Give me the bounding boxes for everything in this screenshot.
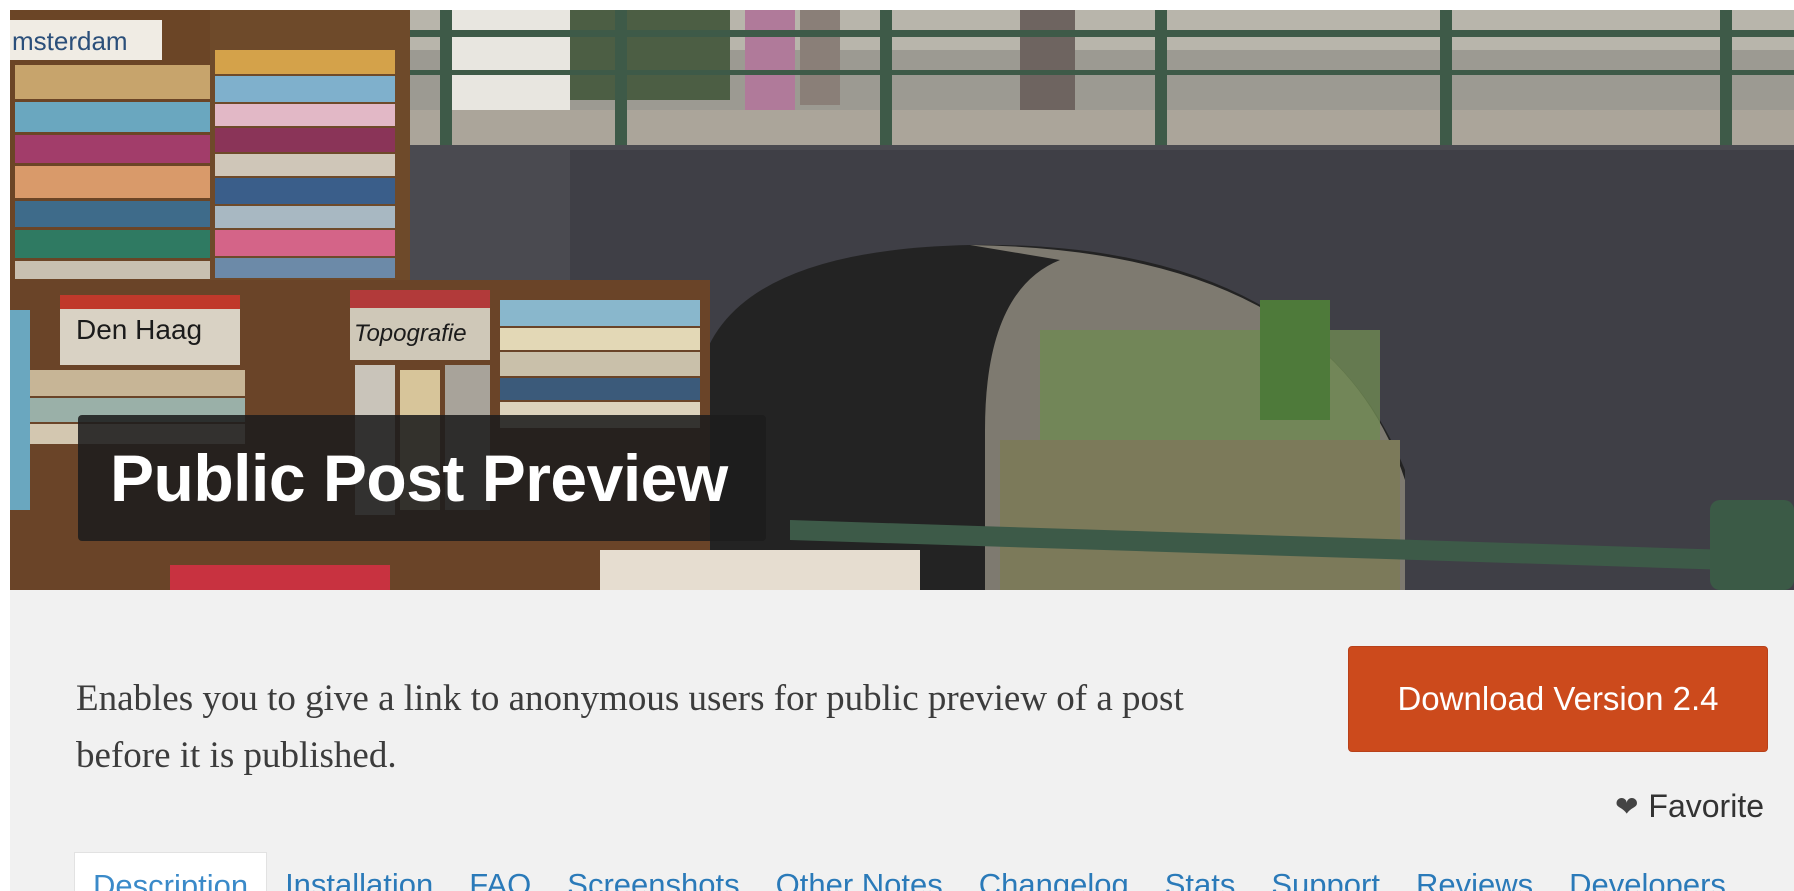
heart-icon: ❤ — [1614, 791, 1639, 822]
tab-changelog[interactable]: Changelog — [961, 852, 1147, 891]
sign-amsterdam: msterdam — [12, 26, 128, 56]
tab-stats[interactable]: Stats — [1147, 852, 1254, 891]
tab-description[interactable]: Description — [74, 852, 268, 891]
tab-other-notes[interactable]: Other Notes — [758, 852, 961, 891]
sign-den-haag: Den Haag — [76, 314, 203, 345]
plugin-page: msterdam Den Haag Topografie Public Post… — [10, 10, 1794, 891]
favorite-label: Favorite — [1648, 788, 1764, 824]
plugin-banner: msterdam Den Haag Topografie Public Post… — [10, 10, 1794, 590]
tab-developers[interactable]: Developers — [1551, 852, 1744, 891]
plugin-title: Public Post Preview — [110, 441, 728, 515]
sign-topografie: Topografie — [354, 320, 467, 347]
plugin-title-box: Public Post Preview — [78, 415, 766, 541]
download-button[interactable]: Download Version 2.4 — [1348, 646, 1768, 752]
tab-screenshots[interactable]: Screenshots — [549, 852, 757, 891]
tab-support[interactable]: Support — [1253, 852, 1398, 891]
tab-reviews[interactable]: Reviews — [1398, 852, 1551, 891]
plugin-tabs: Description Installation FAQ Screenshots… — [74, 852, 1744, 891]
tab-faq[interactable]: FAQ — [451, 852, 549, 891]
favorite-button[interactable]: ❤ Favorite — [1615, 788, 1764, 825]
tab-installation[interactable]: Installation — [267, 852, 451, 891]
plugin-description: Enables you to give a link to anonymous … — [76, 678, 1184, 776]
